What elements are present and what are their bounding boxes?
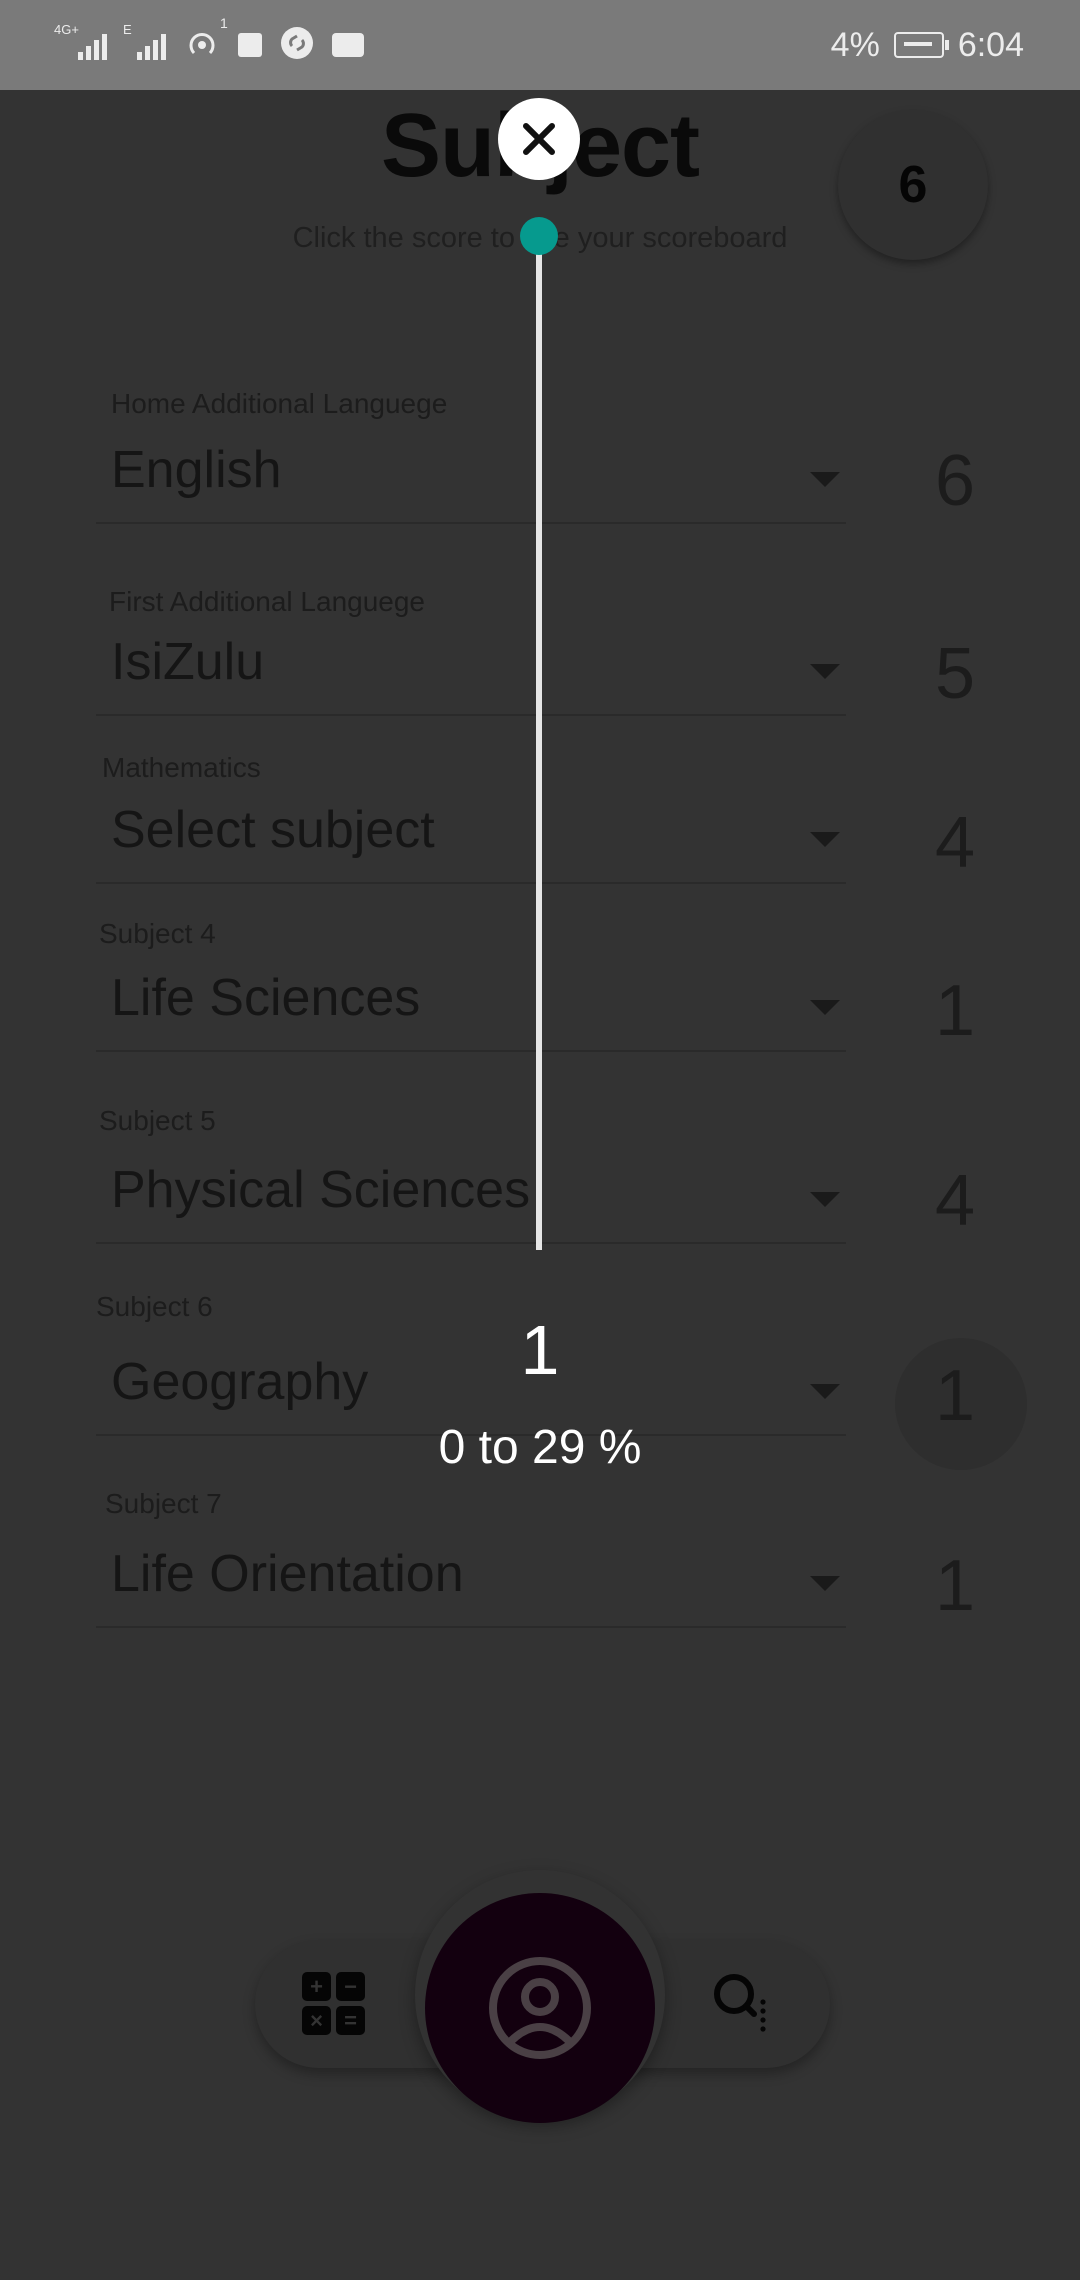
network-type-label: 4G+ — [54, 22, 79, 37]
dropdown-caret-icon — [810, 1576, 840, 1591]
close-icon — [523, 123, 555, 155]
subject-select-mathematics[interactable]: Select subject — [96, 792, 846, 884]
subject-select-first-language[interactable]: IsiZulu — [96, 624, 846, 716]
shazam-icon — [280, 26, 314, 65]
profile-icon — [489, 1957, 591, 2059]
notification-square-icon — [238, 33, 262, 57]
subject-value: Life Sciences — [111, 969, 421, 1027]
status-icons-left: 4G+ E 1 — [54, 15, 364, 68]
hotspot-count: 1 — [220, 14, 228, 31]
calc-plus: + — [302, 1972, 331, 2001]
subject-select-home-language[interactable]: English — [96, 432, 846, 524]
tooltip-score-range: 0 to 29 % — [438, 1421, 642, 1474]
subject-score[interactable]: 4 — [900, 1160, 1010, 1242]
hotspot-icon: 1 — [184, 15, 228, 66]
dropdown-caret-icon — [810, 1000, 840, 1015]
subject-value: Select subject — [111, 801, 435, 859]
subject-value: Life Orientation — [111, 1545, 464, 1603]
guide-target-dot — [520, 217, 558, 255]
subject-select-subject-5[interactable]: Physical Sciences — [96, 1152, 846, 1244]
subject-value: IsiZulu — [111, 633, 265, 691]
close-button[interactable] — [498, 98, 580, 180]
subject-label-subject-5: Subject 5 — [99, 1105, 216, 1136]
profile-button[interactable] — [425, 1893, 655, 2123]
signal-e-icon: E — [123, 22, 166, 60]
network-type-label: E — [123, 22, 132, 37]
subject-value: English — [111, 441, 282, 499]
subject-score[interactable]: 4 — [900, 802, 1010, 884]
tooltip-score-value: 1 — [520, 1311, 560, 1389]
signal-4g-icon: 4G+ — [54, 22, 107, 60]
subject-label-mathematics: Mathematics — [102, 752, 261, 783]
subject-score[interactable]: 1 — [900, 1545, 1010, 1627]
subject-label-home-language: Home Additional Languege — [111, 388, 448, 419]
dropdown-caret-icon — [810, 664, 840, 679]
total-score-button[interactable]: 6 — [838, 110, 988, 260]
status-icons-right: 4% 6:04 — [831, 22, 1024, 68]
mms-icon — [332, 33, 364, 57]
subject-label-first-language: First Additional Languege — [109, 586, 425, 617]
calculator-icon[interactable]: + − × = — [302, 1972, 366, 2036]
calc-minus: − — [336, 1972, 365, 2001]
status-bar: 4G+ E 1 4% 6:04 — [0, 0, 1080, 90]
dropdown-caret-icon — [810, 832, 840, 847]
battery-percent: 4% — [830, 25, 880, 64]
search-icon[interactable] — [712, 1972, 772, 2042]
dropdown-caret-icon — [810, 472, 840, 487]
clock: 6:04 — [957, 25, 1024, 64]
dropdown-caret-icon — [810, 1192, 840, 1207]
calc-equals: = — [336, 2006, 365, 2035]
subject-label-subject-7: Subject 7 — [105, 1488, 222, 1519]
battery-charging-icon — [893, 32, 949, 58]
subject-label-subject-4: Subject 4 — [99, 918, 216, 949]
subject-score[interactable]: 6 — [900, 440, 1010, 522]
subject-select-subject-4[interactable]: Life Sciences — [96, 960, 846, 1052]
guide-line — [536, 235, 542, 1250]
subject-value: Physical Sciences — [111, 1161, 531, 1219]
calc-times: × — [302, 2006, 331, 2035]
subject-select-subject-7[interactable]: Life Orientation — [96, 1536, 846, 1628]
subject-score[interactable]: 1 — [900, 970, 1010, 1052]
subject-score[interactable]: 5 — [900, 633, 1010, 715]
